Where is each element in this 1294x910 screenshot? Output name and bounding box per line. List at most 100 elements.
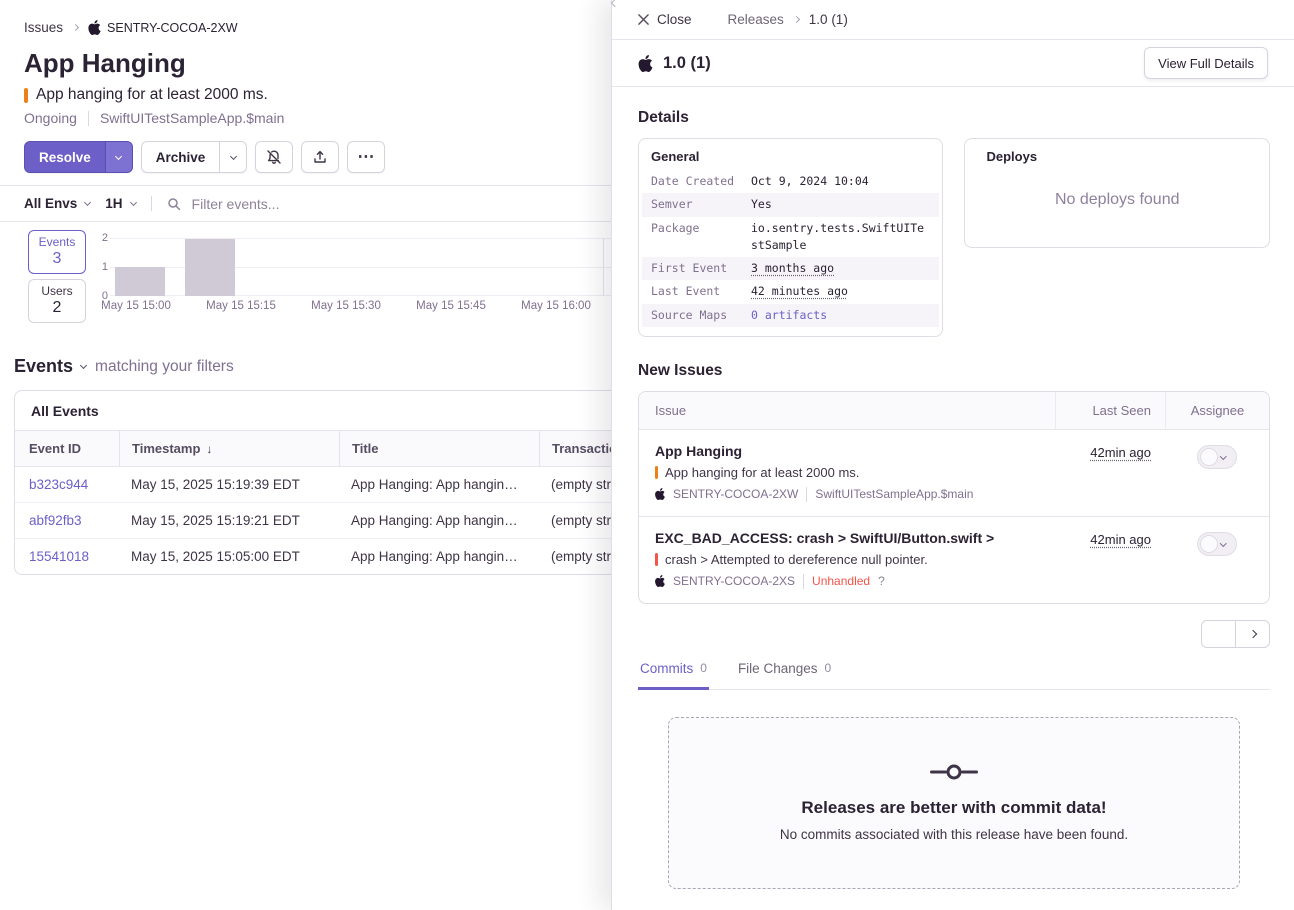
release-version-breadcrumb: 1.0 (1) (809, 12, 848, 27)
issue-project: SENTRY-COCOA-2XW (673, 487, 798, 501)
general-value: 42 minutes ago (751, 283, 848, 300)
archive-button-group: Archive (141, 141, 248, 173)
event-timestamp: May 15, 2025 15:05:00 EDT (119, 539, 339, 574)
more-actions-button[interactable]: ⋯ (347, 141, 385, 173)
commits-empty-state: Releases are better with commit data! No… (668, 717, 1240, 889)
users-stat-value: 2 (29, 299, 85, 317)
details-heading: Details (638, 109, 1270, 127)
last-seen-value: 42min ago (1090, 532, 1151, 547)
users-stat-label: Users (29, 284, 85, 298)
releases-breadcrumb-link[interactable]: Releases (728, 12, 784, 27)
share-button[interactable] (301, 141, 339, 173)
users-stat-toggle[interactable]: Users 2 (28, 279, 86, 323)
app-window: Issues SENTRY-COCOA-2XW App Hanging App … (0, 0, 1294, 910)
stat-toggles: Events 3 Users 2 (28, 230, 86, 330)
panel-body: Details General Date Created Oct 9, 2024… (612, 87, 1294, 889)
tab-file-changes-label: File Changes (738, 661, 818, 676)
tab-commits[interactable]: Commits 0 (638, 661, 709, 690)
source-maps-link[interactable]: 0 artifacts (751, 307, 827, 324)
resolve-button-group: Resolve (24, 141, 133, 173)
general-key: Last Event (651, 283, 751, 300)
y-tick-label: 2 (94, 232, 108, 244)
event-title: App Hanging: App hangin… (339, 503, 539, 538)
general-value: io.sentry.tests.SwiftUITestSample (751, 220, 930, 255)
close-panel-button[interactable]: Close (638, 12, 692, 27)
divider (803, 574, 804, 589)
new-issue-row[interactable]: App Hanging App hanging for at least 200… (639, 430, 1269, 517)
pagination (638, 620, 1270, 648)
event-id-link[interactable]: abf92fb3 (15, 503, 119, 538)
breadcrumb-issues-link[interactable]: Issues (24, 20, 63, 35)
mute-button[interactable] (255, 141, 293, 173)
event-title: App Hanging: App hangin… (339, 539, 539, 574)
apple-platform-icon (638, 55, 653, 72)
breadcrumb-separator-icon (793, 16, 800, 23)
archive-button[interactable]: Archive (141, 141, 221, 173)
chevron-down-icon (84, 198, 91, 205)
breadcrumb-project: SENTRY-COCOA-2XW (88, 20, 238, 35)
new-issue-row[interactable]: EXC_BAD_ACCESS: crash > SwiftUI/Button.s… (639, 517, 1269, 603)
event-timestamp: May 15, 2025 15:19:21 EDT (119, 503, 339, 538)
tab-file-changes[interactable]: File Changes 0 (736, 661, 833, 690)
event-id-link[interactable]: 15541018 (15, 539, 119, 574)
issue-status: Ongoing (24, 110, 77, 126)
new-issues-table: Issue Last Seen Assignee App Hanging App… (638, 391, 1270, 604)
general-value: Yes (751, 196, 772, 213)
general-row: Date Created Oct 9, 2024 10:04 (642, 170, 939, 193)
events-dropdown[interactable]: Events (14, 356, 86, 377)
level-warning-bar (655, 466, 658, 479)
apple-platform-icon (655, 575, 665, 587)
issue-message-row: App hanging for at least 2000 ms. (655, 465, 1039, 480)
column-header-issue: Issue (639, 392, 1055, 429)
close-icon (638, 14, 649, 25)
release-detail-panel: Close Releases 1.0 (1) 1.0 (1) View Full… (611, 0, 1294, 910)
ellipsis-icon: ⋯ (357, 152, 375, 162)
resolve-dropdown-button[interactable] (105, 141, 133, 173)
level-warning-bar (24, 88, 28, 103)
divider (806, 487, 807, 502)
events-stat-label: Events (29, 235, 85, 249)
next-page-button[interactable] (1235, 620, 1270, 648)
previous-page-button[interactable] (1201, 620, 1236, 648)
apple-platform-icon (88, 20, 101, 35)
assignee-dropdown[interactable] (1197, 445, 1237, 469)
issue-message: App hanging for at least 2000 ms. (665, 465, 859, 480)
commit-tabs: Commits 0 File Changes 0 (638, 661, 1270, 690)
events-stat-toggle[interactable]: Events 3 (28, 230, 86, 274)
column-header-event-id[interactable]: Event ID (15, 431, 119, 466)
event-id-link[interactable]: b323c944 (15, 467, 119, 502)
chart-bar (185, 239, 235, 296)
column-header-title[interactable]: Title (339, 431, 539, 466)
general-row: Package io.sentry.tests.SwiftUITestSampl… (642, 217, 939, 258)
chart-plot-area (110, 238, 630, 296)
column-header-last-seen: Last Seen (1055, 392, 1165, 429)
resolve-button[interactable]: Resolve (24, 141, 106, 173)
issue-footer: SENTRY-COCOA-2XW SwiftUITestSampleApp.$m… (655, 487, 1039, 502)
general-value: Oct 9, 2024 10:04 (751, 173, 869, 190)
period-filter[interactable]: 1H (105, 196, 135, 211)
chevron-down-icon (1220, 453, 1226, 459)
general-row: Last Event 42 minutes ago (642, 280, 939, 303)
deploys-card: Deploys No deploys found (964, 138, 1270, 248)
assignee-dropdown[interactable] (1197, 532, 1237, 556)
issue-cell: EXC_BAD_ACCESS: crash > SwiftUI/Button.s… (639, 530, 1055, 589)
environment-filter[interactable]: All Envs (24, 196, 90, 211)
details-cards: General Date Created Oct 9, 2024 10:04 S… (638, 138, 1270, 337)
issue-project: SENTRY-COCOA-2XS (673, 574, 795, 588)
view-full-details-button[interactable]: View Full Details (1144, 47, 1268, 79)
issue-title-link[interactable]: EXC_BAD_ACCESS: crash > SwiftUI/Button.s… (655, 530, 1039, 546)
search-input[interactable] (190, 195, 510, 213)
chevron-down-icon (115, 152, 122, 159)
last-seen-value: 42min ago (1090, 445, 1151, 460)
apple-platform-icon (655, 488, 665, 500)
new-issues-heading: New Issues (638, 362, 1270, 380)
last-seen-cell: 42min ago (1055, 443, 1165, 502)
last-seen-cell: 42min ago (1055, 530, 1165, 589)
chevron-down-icon (80, 362, 87, 369)
column-header-timestamp[interactable]: Timestamp ↓ (119, 431, 339, 466)
issue-title-link[interactable]: App Hanging (655, 443, 1039, 459)
x-tick-label: May 15 15:15 (195, 300, 287, 312)
archive-dropdown-button[interactable] (219, 141, 247, 173)
issue-culprit: SwiftUITestSampleApp.$main (815, 487, 973, 501)
event-timestamp: May 15, 2025 15:19:39 EDT (119, 467, 339, 502)
